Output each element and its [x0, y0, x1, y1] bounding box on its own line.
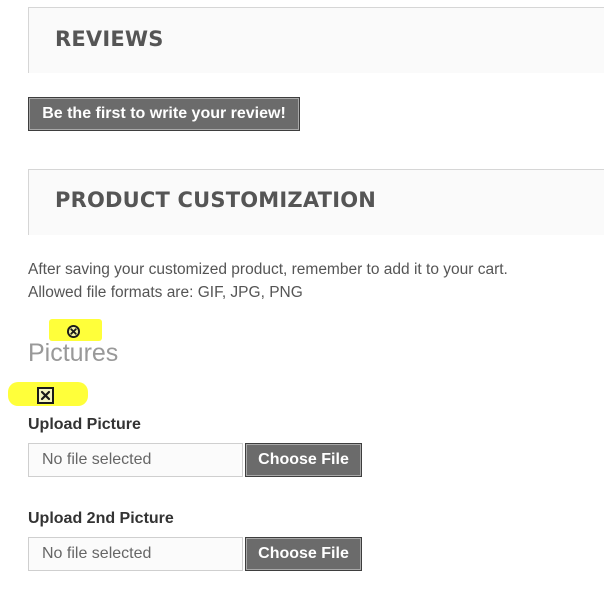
choose-file-button[interactable]: Choose File — [245, 443, 362, 477]
upload-picture-label: Upload Picture — [28, 416, 141, 433]
customization-info-text: After saving your customized product, re… — [28, 261, 508, 278]
reviews-title: REVIEWS — [55, 27, 164, 51]
customization-section-header: PRODUCT CUSTOMIZATION — [28, 169, 604, 235]
upload-2nd-picture-file-field[interactable]: No file selected — [28, 537, 243, 571]
pictures-heading: Pictures — [28, 339, 119, 367]
allowed-formats-text: Allowed file formats are: GIF, JPG, PNG — [28, 284, 303, 301]
upload-picture-file-field[interactable]: No file selected — [28, 443, 243, 477]
customization-title: PRODUCT CUSTOMIZATION — [55, 188, 377, 212]
square-x-icon — [37, 387, 54, 404]
reviews-section-header: REVIEWS — [28, 7, 604, 73]
upload-2nd-picture-label: Upload 2nd Picture — [28, 510, 174, 527]
write-review-button[interactable]: Be the first to write your review! — [28, 97, 300, 131]
choose-file-button-2[interactable]: Choose File — [245, 537, 362, 571]
circle-x-icon — [67, 325, 80, 338]
